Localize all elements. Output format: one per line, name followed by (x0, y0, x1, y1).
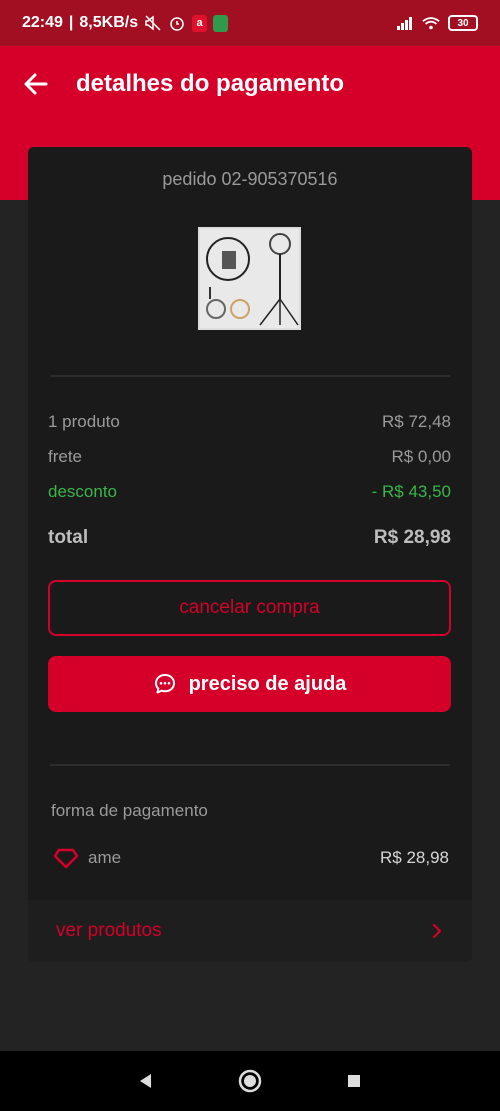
app-badge-icon: a (192, 14, 208, 32)
back-button[interactable] (22, 70, 50, 98)
order-number: pedido 02-905370516 (162, 169, 338, 189)
payment-title: forma de pagamento (51, 801, 208, 820)
network-speed: 8,5KB/s (79, 14, 139, 31)
nav-recents-button[interactable] (337, 1064, 371, 1098)
system-nav-bar (0, 1051, 500, 1111)
total-value: R$ 28,98 (373, 527, 451, 548)
summary-shipping-row: frete R$ 0,00 (48, 447, 451, 467)
home-circle-icon (238, 1069, 262, 1093)
discount-label: desconto (48, 482, 117, 501)
battery-icon: 30 (448, 15, 478, 31)
cancel-purchase-button[interactable]: cancelar compra (48, 580, 451, 636)
help-button-label: preciso de ajuda (188, 672, 347, 695)
ring-light-image (206, 233, 299, 326)
status-right: 30 (396, 14, 478, 32)
discount-value: - R$ 43,50 (371, 482, 451, 501)
page-title: detalhes do pagamento (76, 70, 345, 97)
payment-method: ame (52, 847, 121, 869)
see-products-label: ver produtos (56, 920, 162, 941)
mute-icon (144, 14, 162, 32)
wifi-icon (422, 14, 440, 32)
summary-products-row: 1 produto R$ 72,48 (48, 412, 451, 432)
products-label: 1 produto (48, 412, 120, 431)
payment-amount: R$ 28,98 (380, 848, 449, 867)
shipping-value: R$ 0,00 (391, 447, 451, 466)
alarm-icon (168, 14, 186, 32)
triangle-back-icon (140, 1074, 151, 1088)
status-separator: | (68, 14, 74, 31)
arrow-left-icon (24, 73, 48, 95)
divider (50, 375, 450, 377)
see-products-link[interactable]: ver produtos (28, 900, 472, 962)
shield-icon (213, 14, 229, 32)
signal-icon (396, 14, 414, 32)
shipping-label: frete (48, 447, 83, 466)
product-image[interactable] (198, 227, 301, 330)
status-left: 22:49 | 8,5KB/s a (22, 14, 229, 32)
chat-bubble-icon (154, 674, 175, 694)
summary-discount-row: desconto - R$ 43,50 (48, 482, 451, 502)
nav-back-button[interactable] (129, 1064, 163, 1098)
help-button[interactable]: preciso de ajuda (48, 656, 451, 712)
products-value: R$ 72,48 (382, 412, 451, 431)
divider (50, 764, 450, 766)
payment-row: ame R$ 28,98 (52, 847, 449, 869)
square-recents-icon (348, 1075, 360, 1087)
summary-total-row: total R$ 28,98 (48, 527, 451, 549)
payment-method-name: ame (88, 848, 122, 867)
status-time: 22:49 (22, 14, 63, 31)
status-bar: 22:49 | 8,5KB/s a 30 (0, 0, 500, 46)
chevron-right-icon (432, 923, 442, 939)
nav-home-button[interactable] (233, 1064, 267, 1098)
total-label: total (48, 527, 89, 548)
order-card: pedido 02-905370516 1 produto R$ 72,48 f… (28, 147, 472, 962)
ame-heart-icon (53, 848, 79, 869)
